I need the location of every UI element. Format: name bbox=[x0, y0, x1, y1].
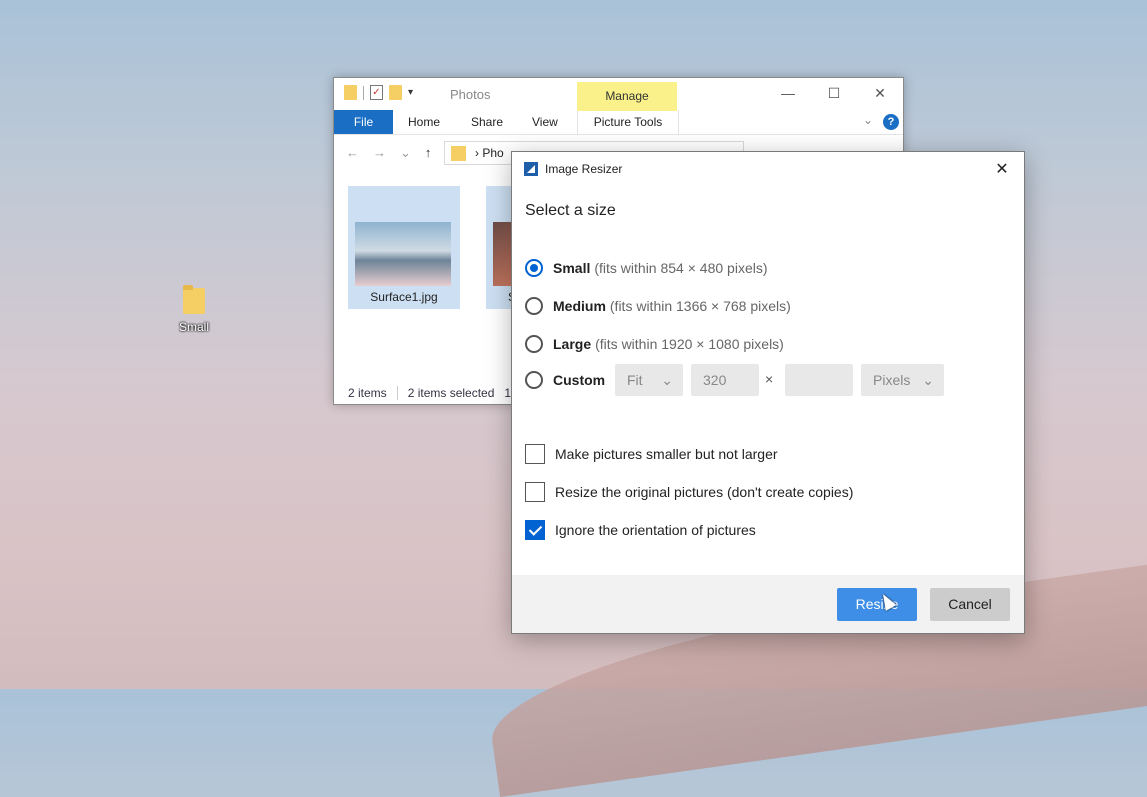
radio-button[interactable] bbox=[525, 335, 543, 353]
cancel-button[interactable]: Cancel bbox=[930, 588, 1010, 621]
radio-button[interactable] bbox=[525, 371, 543, 389]
option-hint: (fits within 1920 × 1080 pixels) bbox=[595, 336, 784, 352]
checkbox-ignore-orientation[interactable]: Ignore the orientation of pictures bbox=[525, 519, 756, 541]
back-icon[interactable]: ← bbox=[346, 145, 359, 161]
option-name: Custom bbox=[553, 372, 606, 388]
quick-access-toolbar: ✓ ▾ bbox=[344, 85, 413, 100]
size-option-small[interactable]: Small (fits within 854 × 480 pixels) bbox=[525, 256, 768, 280]
tab-file[interactable]: File bbox=[334, 110, 393, 134]
close-icon[interactable]: ✕ bbox=[857, 78, 903, 108]
folder-icon bbox=[451, 146, 466, 161]
height-input[interactable] bbox=[785, 364, 853, 396]
image-resizer-icon bbox=[524, 162, 538, 176]
window-title: Photos bbox=[450, 87, 491, 102]
size-option-custom[interactable]: Custom bbox=[525, 368, 609, 392]
fit-mode-value: Fit bbox=[627, 372, 643, 388]
checkbox-label: Ignore the orientation of pictures bbox=[555, 522, 756, 538]
radio-button[interactable] bbox=[525, 259, 543, 277]
chevron-down-icon: ⌄ bbox=[922, 372, 934, 388]
image-resizer-dialog: Image Resizer ✕ Select a size Small (fit… bbox=[511, 151, 1025, 634]
desktop-icon-label: Small bbox=[178, 320, 209, 334]
explorer-title-bar: ✓ ▾ Photos Manage — ☐ ✕ bbox=[334, 78, 903, 111]
size-option-large[interactable]: Large (fits within 1920 × 1080 pixels) bbox=[525, 332, 784, 356]
chevron-down-icon[interactable]: ⌄ bbox=[863, 113, 873, 127]
checkbox-label: Make pictures smaller but not larger bbox=[555, 446, 778, 462]
times-symbol: × bbox=[765, 371, 774, 387]
checkbox-resize-originals[interactable]: Resize the original pictures (don't crea… bbox=[525, 481, 853, 503]
option-name: Small bbox=[553, 260, 591, 276]
status-bar: 2 items 2 items selected 1 bbox=[348, 386, 511, 400]
checkbox-label: Resize the original pictures (don't crea… bbox=[555, 484, 854, 500]
up-icon[interactable]: ↑ bbox=[425, 145, 432, 161]
help-icon[interactable]: ? bbox=[883, 114, 899, 130]
breadcrumb[interactable]: Pho bbox=[482, 146, 503, 160]
tab-picture-tools[interactable]: Picture Tools bbox=[577, 110, 679, 134]
forward-icon[interactable]: → bbox=[373, 145, 386, 161]
checkbox-checked[interactable] bbox=[525, 520, 545, 540]
tab-share[interactable]: Share bbox=[459, 110, 515, 134]
desktop-folder-small[interactable]: Small bbox=[170, 285, 218, 334]
image-preview bbox=[355, 222, 451, 286]
radio-button[interactable] bbox=[525, 297, 543, 315]
tab-home[interactable]: Home bbox=[396, 110, 452, 134]
size-option-medium[interactable]: Medium (fits within 1366 × 768 pixels) bbox=[525, 294, 791, 318]
checkbox[interactable] bbox=[525, 444, 545, 464]
tab-manage[interactable]: Manage bbox=[577, 82, 677, 111]
recent-dropdown-icon[interactable]: ⌄ bbox=[400, 145, 411, 161]
folder-icon[interactable] bbox=[344, 85, 357, 100]
maximize-icon[interactable]: ☐ bbox=[811, 78, 857, 108]
width-input[interactable]: 320 bbox=[691, 364, 759, 396]
unit-value: Pixels bbox=[873, 372, 911, 388]
option-name: Large bbox=[553, 336, 592, 352]
page-title: Select a size bbox=[525, 202, 616, 219]
unit-select[interactable]: Pixels ⌄ bbox=[861, 364, 944, 396]
file-name: Surface1.jpg bbox=[370, 290, 438, 304]
dialog-footer: Resize Cancel bbox=[512, 575, 1024, 633]
resize-button[interactable]: Resize bbox=[837, 588, 917, 621]
option-name: Medium bbox=[553, 298, 606, 314]
dialog-title-bar: Image Resizer ✕ bbox=[512, 152, 1024, 188]
chevron-down-icon: ⌄ bbox=[661, 372, 673, 388]
checkbox[interactable] bbox=[525, 482, 545, 502]
fit-mode-select[interactable]: Fit ⌄ bbox=[615, 364, 683, 396]
minimize-icon[interactable]: — bbox=[765, 78, 811, 108]
checkbox-smaller-only[interactable]: Make pictures smaller but not larger bbox=[525, 443, 778, 465]
option-hint: (fits within 854 × 480 pixels) bbox=[594, 260, 768, 276]
dialog-title: Image Resizer bbox=[545, 162, 623, 176]
item-count: 2 items bbox=[348, 386, 387, 400]
file-thumbnail[interactable]: Surface1.jpg bbox=[348, 186, 460, 309]
close-icon[interactable]: ✕ bbox=[988, 156, 1016, 184]
window-controls: — ☐ ✕ bbox=[765, 78, 903, 108]
customize-dropdown-icon[interactable]: ▾ bbox=[408, 87, 413, 98]
ribbon-tabs: File Home Share View Picture Tools ⌄ ? bbox=[334, 110, 903, 135]
tab-view[interactable]: View bbox=[520, 110, 570, 134]
selected-count: 2 items selected bbox=[407, 386, 495, 400]
folder-icon bbox=[183, 285, 205, 314]
new-folder-icon[interactable] bbox=[389, 85, 402, 100]
option-hint: (fits within 1366 × 768 pixels) bbox=[609, 298, 791, 314]
properties-icon[interactable]: ✓ bbox=[370, 85, 383, 100]
